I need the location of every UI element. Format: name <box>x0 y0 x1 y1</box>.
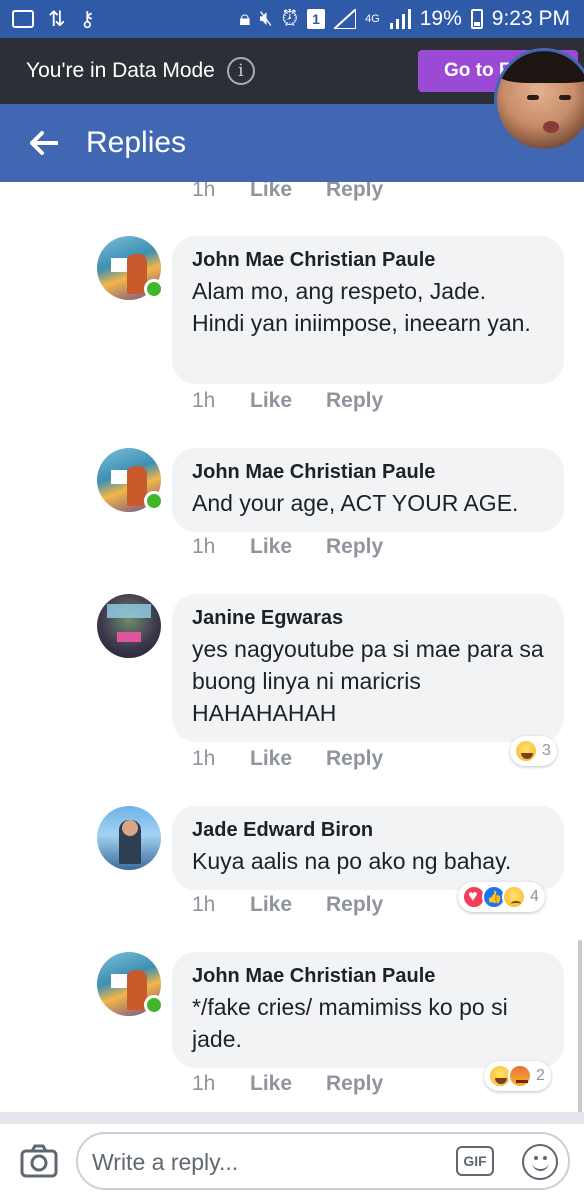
comment-actions: 1h Like Reply <box>192 389 383 413</box>
comment-bubble[interactable]: John Mae Christian Paule And your age, A… <box>172 448 564 532</box>
data-mode-message: You're in Data Mode <box>26 59 215 82</box>
avatar-eye <box>559 95 571 100</box>
avatar[interactable] <box>97 806 161 870</box>
reaction-count: 2 <box>536 1067 545 1084</box>
emoji-mouth <box>532 1162 549 1171</box>
gallery-icon <box>12 10 34 28</box>
like-link[interactable]: Like <box>250 1072 326 1096</box>
battery-icon <box>470 9 483 29</box>
status-right-icons: 🔒︎ 🔇︎ ⏰︎ 1 4G 19% 9:23 PM <box>239 7 570 31</box>
reaction-count: 4 <box>530 888 539 905</box>
comment-time: 1h <box>192 389 216 412</box>
comment-text: yes nagyoutube pa si mae para sa buong l… <box>192 636 544 726</box>
avatar-hair <box>497 51 584 83</box>
like-link[interactable]: Like <box>250 182 326 202</box>
angry-reaction-icon <box>508 1064 532 1088</box>
avatar-tag <box>111 974 127 988</box>
comment-bubble[interactable]: Jade Edward Biron Kuya aalis na po ako n… <box>172 806 564 890</box>
avatar-mouth <box>543 121 559 133</box>
transfer-icon: ⇅ <box>48 7 66 31</box>
comment-actions: 1h Like Reply <box>192 1072 383 1096</box>
reply-link[interactable]: Reply <box>326 747 383 771</box>
clock: 9:23 PM <box>491 7 570 30</box>
emoji-eye <box>543 1156 547 1160</box>
comment-time: 1h <box>192 1072 216 1095</box>
comment-time: 1h <box>192 182 216 201</box>
network-type: 4G <box>365 12 380 25</box>
comment-text: */fake cries/ mamimiss ko po si jade. <box>192 994 508 1052</box>
comment-time: 1h <box>192 535 216 558</box>
sad-reaction-icon <box>502 885 526 909</box>
online-indicator <box>144 279 164 299</box>
battery-percent: 19% <box>419 7 462 30</box>
reaction-summary[interactable]: 3 <box>510 736 557 766</box>
reply-link[interactable]: Reply <box>326 1072 383 1096</box>
camera-icon[interactable] <box>20 1142 58 1180</box>
reply-placeholder: Write a reply... <box>92 1149 239 1175</box>
commenter-name[interactable]: John Mae Christian Paule <box>192 964 544 989</box>
info-icon[interactable]: i <box>226 57 255 85</box>
avatar[interactable] <box>97 594 161 658</box>
status-bar: ⇅ ⚷ 🔒︎ 🔇︎ ⏰︎ 1 4G 19% 9:23 PM <box>0 0 584 38</box>
reaction-count: 3 <box>542 742 551 759</box>
comment-actions: 1h Like Reply <box>192 747 383 771</box>
comment-actions: 1h Like Reply <box>192 893 383 917</box>
reply-link[interactable]: Reply <box>326 535 383 559</box>
gif-icon[interactable]: GIF <box>456 1146 494 1176</box>
comment-text: Alam mo, ang respeto, Jade. Hindi yan in… <box>192 278 531 336</box>
comment-actions: 1h Like Reply <box>192 535 383 559</box>
avatar-tag <box>111 258 127 272</box>
commenter-name[interactable]: John Mae Christian Paule <box>192 248 544 273</box>
signal-icon <box>334 9 357 29</box>
like-link[interactable]: Like <box>250 747 326 771</box>
like-link[interactable]: Like <box>250 535 326 559</box>
reply-link[interactable]: Reply <box>326 389 383 413</box>
comment-time: 1h <box>192 747 216 770</box>
comment-text: And your age, ACT YOUR AGE. <box>192 490 519 516</box>
lock-icon: 🔒︎ <box>239 7 251 30</box>
mute-icon: 🔇︎ <box>259 7 273 30</box>
avatar-eye <box>527 95 539 100</box>
comment-text: Kuya aalis na po ako ng bahay. <box>192 848 512 874</box>
page-title: Replies <box>86 126 187 159</box>
key-icon: ⚷ <box>79 7 95 31</box>
reply-link[interactable]: Reply <box>326 182 383 202</box>
composer-divider <box>0 1112 584 1124</box>
comment-actions: 1h Like Reply <box>192 182 383 202</box>
alarm-icon: ⏰︎ <box>281 7 299 30</box>
reply-link[interactable]: Reply <box>326 893 383 917</box>
avatar-tag <box>111 470 127 484</box>
commenter-name[interactable]: Janine Egwaras <box>192 606 544 631</box>
scrollbar[interactable] <box>578 940 582 1115</box>
emoji-icon[interactable] <box>522 1144 558 1180</box>
like-link[interactable]: Like <box>250 389 326 413</box>
signal-strength-icon <box>389 9 411 29</box>
haha-reaction-icon <box>514 739 538 763</box>
comment-bubble[interactable]: John Mae Christian Paule */fake cries/ m… <box>172 952 564 1068</box>
back-arrow-icon[interactable] <box>22 104 82 182</box>
reaction-summary[interactable]: 4 <box>458 882 545 912</box>
online-indicator <box>144 491 164 511</box>
commenter-name[interactable]: Jade Edward Biron <box>192 818 544 843</box>
like-link[interactable]: Like <box>250 893 326 917</box>
avatar-accent <box>117 632 141 642</box>
comment-time: 1h <box>192 893 216 916</box>
emoji-eye <box>534 1156 538 1160</box>
chat-head-avatar[interactable] <box>494 48 584 152</box>
sim-slot-icon: 1 <box>307 9 326 29</box>
comment-bubble[interactable]: Janine Egwaras yes nagyoutube pa si mae … <box>172 594 564 742</box>
commenter-name[interactable]: John Mae Christian Paule <box>192 460 544 485</box>
status-left-icons: ⇅ ⚷ <box>12 7 95 32</box>
reply-input[interactable]: Write a reply... GIF <box>76 1132 570 1190</box>
avatar-face <box>122 820 138 836</box>
reaction-summary[interactable]: 2 <box>484 1061 551 1091</box>
reply-composer: Write a reply... GIF <box>0 1124 584 1200</box>
avatar-caption <box>107 604 151 618</box>
online-indicator <box>144 995 164 1015</box>
comment-bubble[interactable]: John Mae Christian Paule Alam mo, ang re… <box>172 236 564 384</box>
replies-list: 1h Like Reply John Mae Christian Paule A… <box>0 182 584 1112</box>
